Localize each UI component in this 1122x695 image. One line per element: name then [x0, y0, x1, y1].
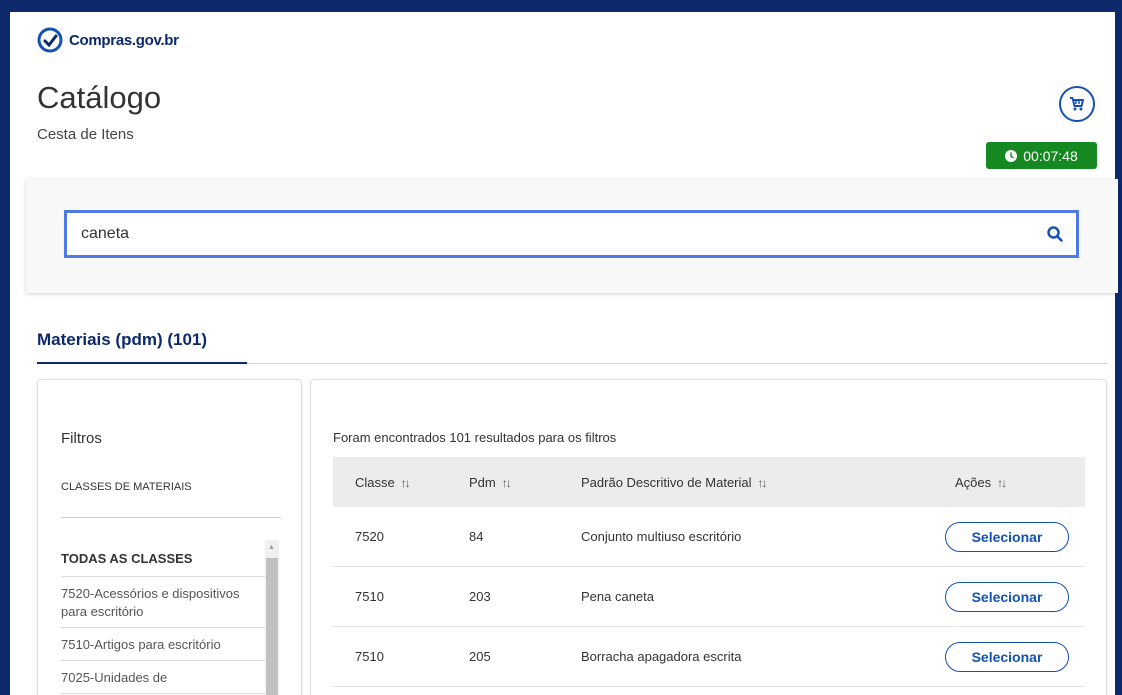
cell-descricao: Borracha apagadora escrita	[581, 649, 742, 664]
cell-classe: 7520	[355, 529, 384, 544]
tab-active-indicator	[37, 362, 247, 364]
column-header-classe[interactable]: Classe ↑↓	[333, 475, 447, 490]
sort-icon[interactable]: ↑↓	[401, 476, 411, 490]
sort-icon[interactable]: ↑↓	[758, 476, 768, 490]
filters-section-title: CLASSES DE MATERIAIS	[61, 481, 192, 493]
logo[interactable]: Compras.gov.br	[37, 27, 179, 53]
search-panel	[26, 179, 1118, 293]
session-timer-badge: 00:07:48	[986, 142, 1097, 169]
window-frame-left	[0, 0, 10, 695]
class-item-7025[interactable]: 7025-Unidades de	[61, 661, 266, 694]
select-button[interactable]: Selecionar	[945, 581, 1069, 612]
results-table: Classe ↑↓ Pdm ↑↓ Padrão Descritivo de Mate…	[333, 457, 1085, 687]
class-item-7520[interactable]: 7520-Acessórios e dispositivos para escr…	[61, 577, 266, 628]
sort-icon[interactable]: ↑↓	[997, 476, 1007, 490]
class-item-7510[interactable]: 7510-Artigos para escritório	[61, 628, 266, 661]
tab-materiais[interactable]: Materiais (pdm) (101)	[37, 330, 207, 350]
search-icon[interactable]	[1046, 225, 1064, 243]
column-header-descricao[interactable]: Padrão Descritivo de Material ↑↓	[559, 475, 933, 490]
cart-icon	[1070, 97, 1084, 111]
results-panel: Foram encontrados 101 resultados para os…	[310, 379, 1107, 695]
window-frame-right	[1115, 0, 1122, 695]
scroll-up-icon[interactable]: ▲	[268, 544, 275, 551]
results-summary: Foram encontrados 101 resultados para os…	[333, 430, 617, 445]
page-subtitle: Cesta de Itens	[37, 126, 134, 143]
cell-pdm: 203	[469, 589, 491, 604]
page-title: Catálogo	[37, 80, 162, 115]
scroll-thumb[interactable]	[266, 558, 278, 695]
sort-icon[interactable]: ↑↓	[502, 476, 512, 490]
cell-descricao: Conjunto multiuso escritório	[581, 529, 742, 544]
column-header-pdm[interactable]: Pdm ↑↓	[447, 475, 559, 490]
column-header-acoes[interactable]: Ações ↑↓	[933, 475, 1085, 490]
search-input[interactable]	[81, 213, 1021, 255]
cart-button[interactable]	[1059, 86, 1095, 122]
window-frame-top	[0, 0, 1122, 12]
table-row: 7510 205 Borracha apagadora escrita Sele…	[333, 627, 1085, 687]
class-list-scrollbar[interactable]: ▲	[265, 540, 279, 695]
table-row: 7520 84 Conjunto multiuso escritório Sel…	[333, 507, 1085, 567]
select-button[interactable]: Selecionar	[945, 521, 1069, 552]
filters-title: Filtros	[61, 430, 102, 447]
cell-pdm: 205	[469, 649, 491, 664]
class-list: TODAS AS CLASSES 7520-Acessórios e dispo…	[61, 540, 266, 694]
cell-classe: 7510	[355, 649, 384, 664]
table-row: 7510 203 Pena caneta Selecionar	[333, 567, 1085, 627]
logo-icon	[37, 27, 63, 53]
search-box	[64, 210, 1079, 258]
logo-text: Compras.gov.br	[69, 31, 179, 49]
cell-classe: 7510	[355, 589, 384, 604]
filters-panel: Filtros CLASSES DE MATERIAIS TODAS AS CL…	[37, 379, 302, 695]
divider	[61, 517, 281, 518]
cell-pdm: 84	[469, 529, 484, 544]
class-item-all[interactable]: TODAS AS CLASSES	[61, 540, 266, 577]
cell-descricao: Pena caneta	[581, 589, 655, 604]
table-header: Classe ↑↓ Pdm ↑↓ Padrão Descritivo de Mate…	[333, 457, 1085, 507]
clock-icon	[1005, 149, 1018, 162]
select-button[interactable]: Selecionar	[945, 641, 1069, 672]
timer-value: 00:07:48	[1023, 147, 1078, 164]
